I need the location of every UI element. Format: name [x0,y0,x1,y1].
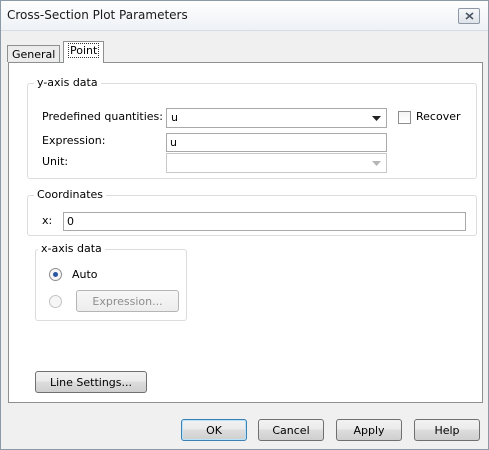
apply-button-label: Apply [353,423,385,437]
tab-general-label: General [12,48,56,61]
help-button-label: Help [434,423,460,437]
close-icon [464,12,474,20]
tab-point[interactable]: Point [63,41,105,63]
x-axis-data-group: x-axis data Auto Expression... [35,242,187,321]
cancel-button-label: Cancel [272,423,310,437]
ok-button-label: OK [206,423,222,437]
chevron-down-icon [372,161,381,166]
recover-label: Recover [416,110,461,123]
x-axis-expression-button-label: Expression... [92,294,163,308]
auto-label: Auto [72,268,98,281]
recover-checkbox[interactable] [398,111,411,124]
x-axis-group-title: x-axis data [38,242,105,255]
coordinates-group: Coordinates x: 0 [27,188,477,236]
tab-point-label: Point [68,43,100,58]
y-axis-data-group: y-axis data Predefined quantities: u Rec… [27,76,477,179]
x-coordinate-value: 0 [67,215,74,228]
close-button[interactable] [458,8,480,24]
tab-general[interactable]: General [7,45,61,62]
x-axis-expression-button[interactable]: Expression... [76,290,179,312]
expression-input[interactable]: u [166,133,387,152]
window-title: Cross-Section Plot Parameters [7,8,188,22]
dialog-window: Cross-Section Plot Parameters General Po… [0,0,489,450]
title-bar[interactable]: Cross-Section Plot Parameters [1,1,488,31]
line-settings-button[interactable]: Line Settings... [35,371,147,393]
x-coordinate-input[interactable]: 0 [63,212,466,231]
predefined-quantities-select[interactable]: u [166,108,387,128]
x-coordinate-label: x: [42,214,53,227]
unit-select[interactable] [166,153,387,173]
chevron-down-icon [372,116,381,121]
tab-panel-point: y-axis data Predefined quantities: u Rec… [8,62,483,403]
apply-button[interactable]: Apply [336,419,402,441]
unit-label: Unit: [42,155,69,168]
coordinates-group-title: Coordinates [34,188,107,201]
predefined-quantities-value: u [171,111,178,124]
cancel-button[interactable]: Cancel [258,419,324,441]
line-settings-button-label: Line Settings... [49,375,133,389]
ok-button[interactable]: OK [181,419,247,441]
help-button[interactable]: Help [414,419,480,441]
expression-label: Expression: [42,134,106,147]
expression-radio[interactable] [49,295,62,308]
auto-radio[interactable] [49,268,62,281]
predefined-quantities-label: Predefined quantities: [42,110,163,123]
expression-value: u [170,136,177,149]
y-axis-group-title: y-axis data [34,76,101,89]
